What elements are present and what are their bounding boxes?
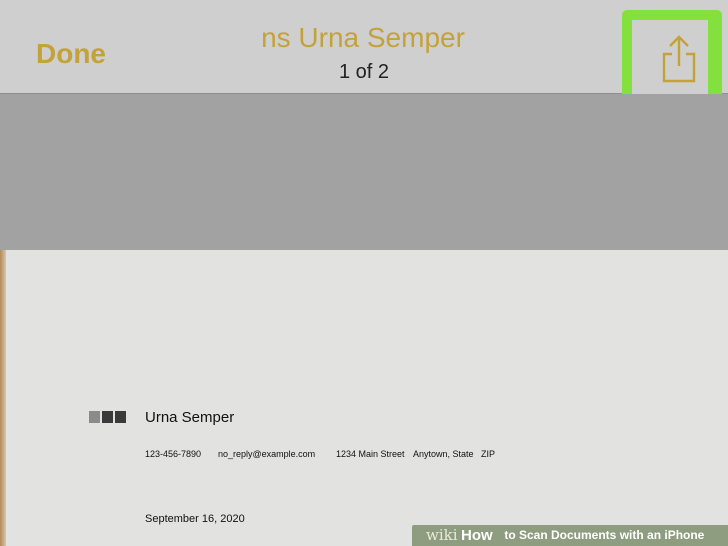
share-button[interactable] xyxy=(632,20,708,100)
letter-sender-name: Urna Semper xyxy=(145,409,235,426)
sender-city-state-zip: Anytown, State ZIP xyxy=(413,449,496,459)
navigation-bar: Done ns Urna Semper 1 of 2 xyxy=(0,0,728,94)
logo-block xyxy=(102,411,113,423)
logo-block xyxy=(115,411,126,423)
document-title: ns Urna Semper xyxy=(261,22,465,53)
letter-date: September 16, 2020 xyxy=(145,513,245,525)
wikihow-watermark: wiki How to Scan Documents with an iPhon… xyxy=(412,525,728,546)
paper-edge xyxy=(0,250,6,546)
logo-block xyxy=(89,411,100,423)
page-counter: 1 of 2 xyxy=(338,61,390,83)
sender-address: 1234 Main Street xyxy=(336,449,405,459)
watermark-title: to Scan Documents with an iPhone xyxy=(501,528,705,542)
letterhead-logo xyxy=(89,411,127,423)
scanned-document-page xyxy=(0,250,728,546)
watermark-how: How xyxy=(461,527,493,544)
page-gap xyxy=(0,94,728,250)
done-button[interactable]: Done xyxy=(36,38,106,70)
sender-phone: 123-456-7890 xyxy=(145,449,202,459)
sender-email: no_reply@example.com xyxy=(218,449,316,459)
watermark-wiki: wiki xyxy=(426,526,458,544)
share-icon xyxy=(662,35,696,83)
